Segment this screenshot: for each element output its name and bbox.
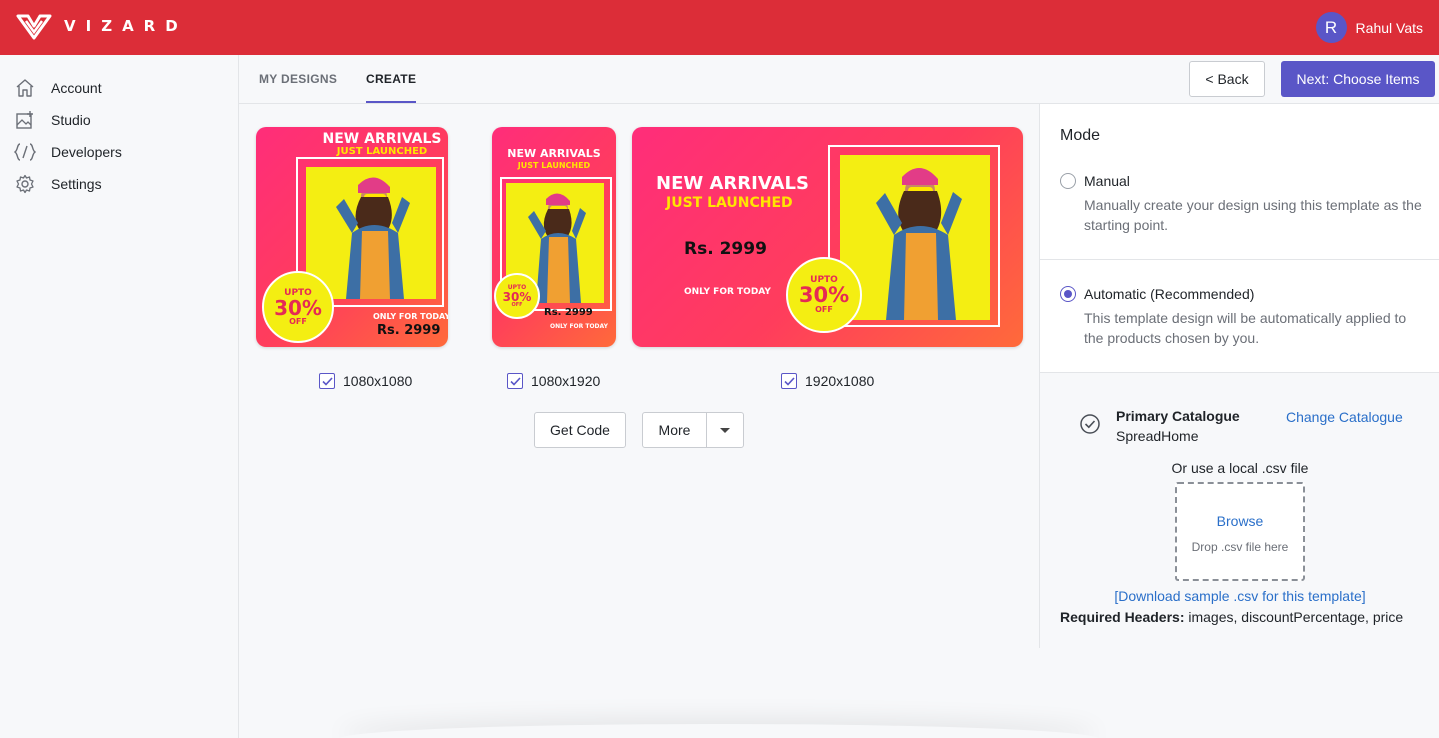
- design-preview-1920x1080[interactable]: NEW ARRIVALS JUST LAUNCHED Rs. 2999 ONLY…: [632, 127, 1023, 347]
- required-headers-value: images, discountPercentage, price: [1184, 609, 1404, 625]
- browse-link[interactable]: Browse: [1177, 513, 1303, 529]
- next-choose-items-button[interactable]: Next: Choose Items: [1281, 61, 1435, 97]
- code-icon: [14, 141, 36, 163]
- sidebar-item-label: Account: [51, 80, 102, 96]
- price-text: Rs. 2999: [544, 307, 593, 318]
- sidebar-item-settings[interactable]: Settings: [0, 168, 238, 200]
- checkbox[interactable]: [507, 373, 523, 389]
- tabs-bar: MY DESIGNS CREATE < Back Next: Choose It…: [239, 55, 1439, 104]
- only-today-text: ONLY FOR TODAY: [373, 312, 448, 321]
- sub-text: JUST LAUNCHED: [336, 146, 428, 157]
- badge-off: OFF: [511, 301, 523, 308]
- required-headers: Required Headers: images, discountPercen…: [1060, 609, 1403, 625]
- local-csv-label: Or use a local .csv file: [1171, 460, 1309, 476]
- catalogue-title: Primary Catalogue: [1116, 408, 1240, 424]
- mode-panel: Mode Manual Manually create your design …: [1039, 104, 1439, 648]
- only-today-text: ONLY FOR TODAY: [550, 323, 608, 330]
- studio-icon: [14, 109, 36, 131]
- more-button[interactable]: More: [642, 412, 707, 448]
- caret-down-icon: [720, 427, 730, 433]
- badge-percent: 30%: [502, 289, 532, 304]
- only-today-text: ONLY FOR TODAY: [684, 287, 771, 297]
- user-menu[interactable]: R Rahul Vats: [1315, 12, 1423, 43]
- mode-title: Mode: [1060, 127, 1101, 144]
- csv-dropzone[interactable]: Browse Drop .csv file here: [1175, 482, 1305, 581]
- manual-radio[interactable]: [1060, 173, 1076, 189]
- user-name[interactable]: Rahul Vats: [1356, 20, 1423, 36]
- manual-label[interactable]: Manual: [1084, 173, 1130, 189]
- checkbox[interactable]: [319, 373, 335, 389]
- badge-percent: 30%: [798, 283, 850, 307]
- sub-text: JUST LAUNCHED: [517, 161, 591, 170]
- discount-badge: UPTO 30% OFF: [262, 271, 334, 343]
- vizard-logo-icon: [16, 14, 52, 40]
- sidebar: Account Studio Developers Settings: [0, 55, 239, 738]
- sub-text: JUST LAUNCHED: [666, 195, 793, 211]
- badge-percent: 30%: [274, 295, 322, 320]
- design-preview-1080x1080[interactable]: NEW ARRIVALS JUST LAUNCHED UPTO 30% OFF …: [256, 127, 448, 347]
- gear-icon: [14, 173, 36, 195]
- checkbox[interactable]: [781, 373, 797, 389]
- catalogue-name: SpreadHome: [1116, 428, 1199, 444]
- product-photo: [306, 167, 436, 299]
- price-text: Rs. 2999: [377, 323, 441, 338]
- size-checkbox-1920x1080[interactable]: 1920x1080: [781, 373, 874, 389]
- checkmark-icon: [509, 376, 521, 386]
- model-figure: [336, 177, 410, 299]
- model-figure: [876, 167, 962, 320]
- bottom-shadow: [339, 724, 1099, 738]
- check-circle-icon: [1080, 414, 1100, 434]
- avatar[interactable]: R: [1315, 12, 1347, 43]
- divider: [1040, 259, 1439, 260]
- automatic-radio[interactable]: [1060, 286, 1076, 302]
- automatic-description: This template design will be automatical…: [1084, 310, 1407, 346]
- checkmark-icon: [783, 376, 795, 386]
- tab-my-designs[interactable]: MY DESIGNS: [259, 55, 337, 103]
- home-icon: [14, 77, 36, 99]
- size-label: 1080x1080: [343, 373, 413, 389]
- size-checkbox-1080x1080[interactable]: 1080x1080: [319, 373, 412, 389]
- drop-hint: Drop .csv file here: [1191, 540, 1289, 554]
- sidebar-item-account[interactable]: Account: [0, 72, 238, 104]
- sidebar-item-studio[interactable]: Studio: [0, 104, 238, 136]
- required-headers-label: Required Headers:: [1060, 609, 1185, 625]
- discount-badge: UPTO 30% OFF: [494, 273, 540, 319]
- sidebar-item-label: Studio: [51, 112, 91, 128]
- catalogue-section: Primary Catalogue SpreadHome Change Cata…: [1040, 373, 1439, 648]
- top-bar: VIZARD R Rahul Vats: [0, 0, 1439, 55]
- price-text: Rs. 2999: [684, 239, 767, 259]
- automatic-label[interactable]: Automatic (Recommended): [1084, 286, 1254, 302]
- sidebar-item-label: Settings: [51, 176, 102, 192]
- size-label: 1920x1080: [805, 373, 875, 389]
- tab-create[interactable]: CREATE: [366, 55, 417, 103]
- checkmark-icon: [321, 376, 333, 386]
- discount-badge: UPTO 30% OFF: [786, 257, 862, 333]
- badge-off: OFF: [289, 316, 307, 326]
- get-code-button[interactable]: Get Code: [534, 412, 626, 448]
- vizard-logo[interactable]: VIZARD: [16, 12, 188, 40]
- design-canvas: NEW ARRIVALS JUST LAUNCHED UPTO 30% OFF …: [239, 104, 1039, 738]
- change-catalogue-link[interactable]: Change Catalogue: [1286, 409, 1403, 425]
- logo-text: VIZARD: [64, 17, 188, 35]
- headline-text: NEW ARRIVALS: [322, 131, 442, 147]
- product-photo: [840, 155, 990, 320]
- headline-text: NEW ARRIVALS: [507, 147, 601, 160]
- headline-text: NEW ARRIVALS: [656, 173, 809, 194]
- size-checkbox-1080x1920[interactable]: 1080x1920: [507, 373, 600, 389]
- sidebar-item-label: Developers: [51, 144, 122, 160]
- design-preview-1080x1920[interactable]: NEW ARRIVALS JUST LAUNCHED UPTO 30% OFF …: [492, 127, 616, 347]
- download-sample-csv-link[interactable]: [Download sample .csv for this template]: [1040, 588, 1439, 604]
- manual-description: Manually create your design using this t…: [1084, 197, 1422, 233]
- badge-off: OFF: [815, 305, 833, 314]
- back-button[interactable]: < Back: [1189, 61, 1265, 97]
- more-dropdown-toggle[interactable]: [706, 412, 744, 448]
- size-label: 1080x1920: [531, 373, 601, 389]
- sidebar-item-developers[interactable]: Developers: [0, 136, 238, 168]
